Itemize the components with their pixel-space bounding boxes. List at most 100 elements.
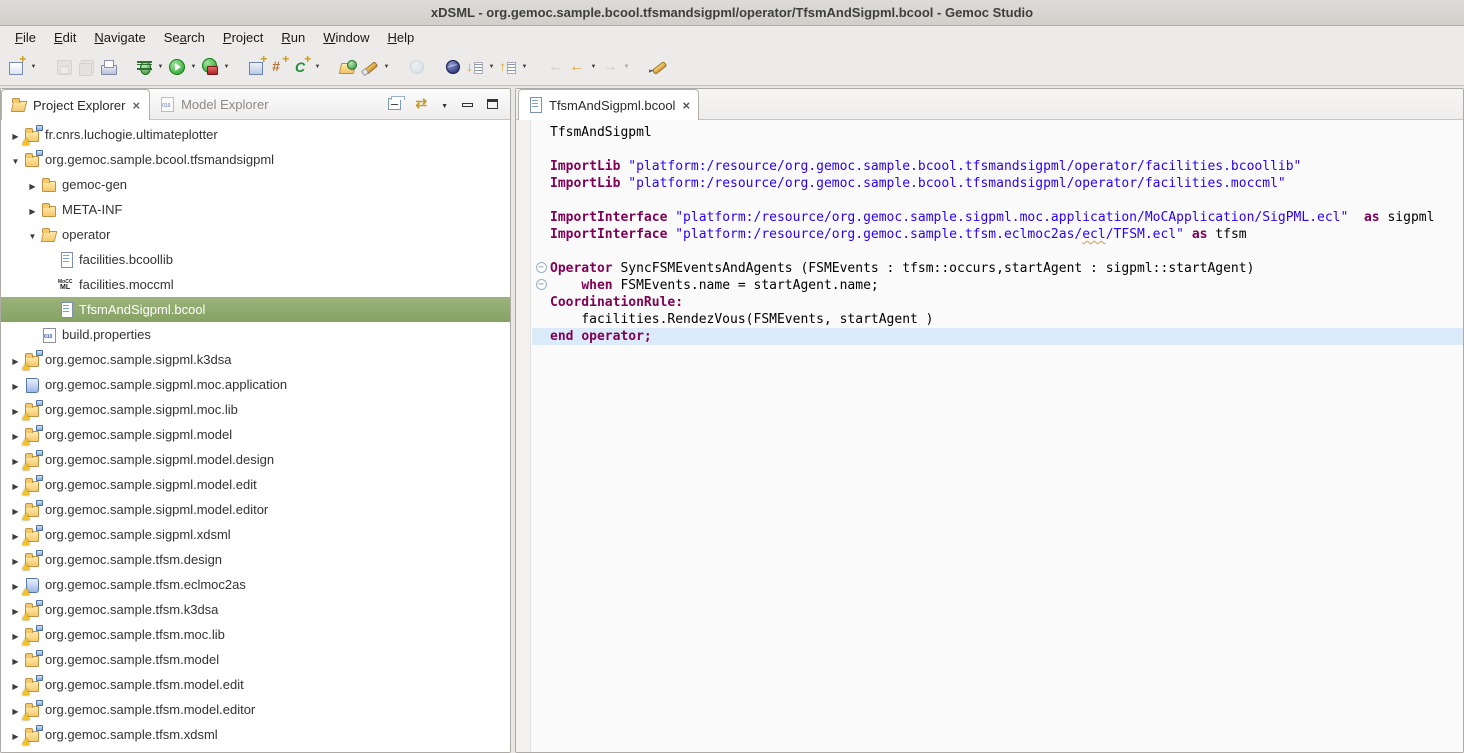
toolbar-group <box>246 54 323 80</box>
project-warning-icon <box>24 677 41 693</box>
tab-project-explorer[interactable]: Project Explorer × <box>1 89 150 120</box>
fold-collapse-icon[interactable] <box>536 262 547 273</box>
tree-item-org.gemoc.sample.tfsm.model.editor[interactable]: org.gemoc.sample.tfsm.model.editor <box>1 697 510 722</box>
tree-item-org.gemoc.sample.sigpml.model[interactable]: org.gemoc.sample.sigpml.model <box>1 422 510 447</box>
code-segment <box>1348 210 1364 225</box>
tree-item-org.gemoc.sample.tfsm.eclmoc2as[interactable]: org.gemoc.sample.tfsm.eclmoc2as <box>1 572 510 597</box>
tree-item-fr.cnrs.luchogie.ultimateplotter[interactable]: fr.cnrs.luchogie.ultimateplotter <box>1 122 510 147</box>
run-button[interactable] <box>166 54 188 80</box>
menu-run[interactable]: Run <box>272 28 314 47</box>
tree-item-facilities.moccml[interactable]: facilities.moccml <box>1 272 510 297</box>
open-web-browser-button[interactable] <box>442 54 464 80</box>
expand-toggle-icon[interactable] <box>24 227 41 242</box>
deco-overlay-icon <box>36 475 43 481</box>
collapse-all-icon[interactable] <box>388 98 401 110</box>
menu-help[interactable]: Help <box>378 28 423 47</box>
code-segment: end <box>550 329 573 344</box>
search-button <box>406 54 428 80</box>
expand-toggle-icon[interactable] <box>24 202 41 217</box>
run-external-tools-button[interactable] <box>199 54 221 80</box>
window-title: xDSML - org.gemoc.sample.bcool.tfsmandsi… <box>431 5 1033 20</box>
tree-item-org.gemoc.sample.tfsm.k3dsa[interactable]: org.gemoc.sample.tfsm.k3dsa <box>1 597 510 622</box>
next-annotation-dropdown-icon[interactable] <box>486 64 497 70</box>
menu-navigate[interactable]: Navigate <box>85 28 154 47</box>
debug-dropdown-icon[interactable] <box>155 64 166 70</box>
code-editor[interactable]: TfsmAndSigpml ImportLib "platform:/resou… <box>516 120 1463 752</box>
tree-item-org.gemoc.sample.sigpml.moc.application[interactable]: org.gemoc.sample.sigpml.moc.application <box>1 372 510 397</box>
print-button[interactable] <box>97 54 119 80</box>
code-segment: facilities.RendezVous(FSMEvents, startAg… <box>550 312 934 327</box>
menu-project[interactable]: Project <box>214 28 272 47</box>
new-coordination-project-dropdown-icon[interactable] <box>312 64 323 70</box>
fold-margin <box>532 311 550 328</box>
tree-item-TfsmAndSigpml.bcool[interactable]: TfsmAndSigpml.bcool <box>1 297 510 322</box>
maximize-icon[interactable] <box>487 99 498 109</box>
editor-tab-close-icon[interactable]: × <box>680 98 690 113</box>
minimize-icon[interactable] <box>462 103 473 107</box>
tree-item-org.gemoc.sample.bcool.tfsmandsigpml[interactable]: org.gemoc.sample.bcool.tfsmandsigpml <box>1 147 510 172</box>
code-line-text: ImportLib "platform:/resource/org.gemoc.… <box>550 158 1301 175</box>
previous-annotation-dropdown-icon[interactable] <box>519 64 530 70</box>
annotate-button[interactable] <box>359 54 381 80</box>
expand-toggle-icon[interactable] <box>7 152 24 167</box>
tree-item-org.gemoc.sample.tfsm.design[interactable]: org.gemoc.sample.tfsm.design <box>1 547 510 572</box>
back-button[interactable] <box>566 54 588 80</box>
tree-item-org.gemoc.sample.tfsm.xdsml[interactable]: org.gemoc.sample.tfsm.xdsml <box>1 722 510 747</box>
tree-item-org.gemoc.sample.tfsm.model.edit[interactable]: org.gemoc.sample.tfsm.model.edit <box>1 672 510 697</box>
new-wizard-dropdown-icon[interactable] <box>28 64 39 70</box>
back-dropdown-icon[interactable] <box>588 64 599 70</box>
open-model-button[interactable] <box>337 54 359 80</box>
menu-search[interactable]: Search <box>155 28 214 47</box>
mark-occurrences-button[interactable] <box>646 54 668 80</box>
deco-overlay-icon <box>36 700 43 706</box>
tab-close-icon[interactable]: × <box>130 98 140 113</box>
tree-item-org.gemoc.sample.sigpml.model.edit[interactable]: org.gemoc.sample.sigpml.model.edit <box>1 472 510 497</box>
menu-edit[interactable]: Edit <box>45 28 85 47</box>
tree-item-build.properties[interactable]: build.properties <box>1 322 510 347</box>
main-toolbar <box>0 49 1464 86</box>
new-gemoc-language-project-button[interactable] <box>268 54 290 80</box>
warn-overlay-icon <box>22 738 30 745</box>
tree-item-org.gemoc.sample.sigpml.xdsml[interactable]: org.gemoc.sample.sigpml.xdsml <box>1 522 510 547</box>
tree-item-org.gemoc.sample.sigpml.model.design[interactable]: org.gemoc.sample.sigpml.model.design <box>1 447 510 472</box>
annotate-dropdown-icon[interactable] <box>381 64 392 70</box>
editor-tabstrip: TfsmAndSigpml.bcool × <box>516 89 1463 120</box>
menu-window[interactable]: Window <box>314 28 378 47</box>
tree-item-org.gemoc.sample.tfsm.moc.lib[interactable]: org.gemoc.sample.tfsm.moc.lib <box>1 622 510 647</box>
link-with-editor-icon[interactable] <box>415 95 427 113</box>
previous-annotation-button[interactable] <box>497 54 519 80</box>
tree-item-label: META-INF <box>58 202 122 217</box>
tree-item-label: org.gemoc.sample.tfsm.eclmoc2as <box>41 577 246 592</box>
annotation-ruler[interactable] <box>516 120 531 752</box>
run-dropdown-icon[interactable] <box>188 64 199 70</box>
next-annotation-button[interactable] <box>464 54 486 80</box>
run-external-tools-dropdown-icon[interactable] <box>221 64 232 70</box>
editor-tab-tfsmandsigpml[interactable]: TfsmAndSigpml.bcool × <box>518 89 699 120</box>
tree-item-org.gemoc.sample.sigpml.model.editor[interactable]: org.gemoc.sample.sigpml.model.editor <box>1 497 510 522</box>
expand-toggle-icon[interactable] <box>7 652 24 667</box>
warn-overlay-icon <box>22 463 30 470</box>
toolbar-group <box>544 54 632 80</box>
tree-item-org.gemoc.sample.tfsm.model[interactable]: org.gemoc.sample.tfsm.model <box>1 647 510 672</box>
new-wizard-button[interactable] <box>6 54 28 80</box>
menu-file[interactable]: File <box>6 28 45 47</box>
tree-item-META-INF[interactable]: META-INF <box>1 197 510 222</box>
tab-model-explorer[interactable]: Model Explorer <box>150 89 277 119</box>
tree-item-org.gemoc.sample.sigpml.k3dsa[interactable]: org.gemoc.sample.sigpml.k3dsa <box>1 347 510 372</box>
debug-button[interactable] <box>133 54 155 80</box>
tree-item-operator[interactable]: operator <box>1 222 510 247</box>
view-menu-icon[interactable] <box>441 95 448 113</box>
window-titlebar[interactable]: xDSML - org.gemoc.sample.bcool.tfsmandsi… <box>0 0 1464 26</box>
new-gemoc-project-button[interactable] <box>246 54 268 80</box>
tree-item-org.gemoc.sample.sigpml.moc.lib[interactable]: org.gemoc.sample.sigpml.moc.lib <box>1 397 510 422</box>
tree-item-facilities.bcoollib[interactable]: facilities.bcoollib <box>1 247 510 272</box>
deco-overlay-icon <box>36 675 43 681</box>
expand-toggle-icon[interactable] <box>24 177 41 192</box>
tree-item-label: org.gemoc.sample.tfsm.model.editor <box>41 702 255 717</box>
expand-toggle-icon[interactable] <box>7 377 24 392</box>
tree-item-gemoc-gen[interactable]: gemoc-gen <box>1 172 510 197</box>
fold-collapse-icon[interactable] <box>536 279 547 290</box>
warn-overlay-icon <box>22 588 30 595</box>
new-coordination-project-button[interactable] <box>290 54 312 80</box>
menu-label-post: avigate <box>104 30 146 45</box>
